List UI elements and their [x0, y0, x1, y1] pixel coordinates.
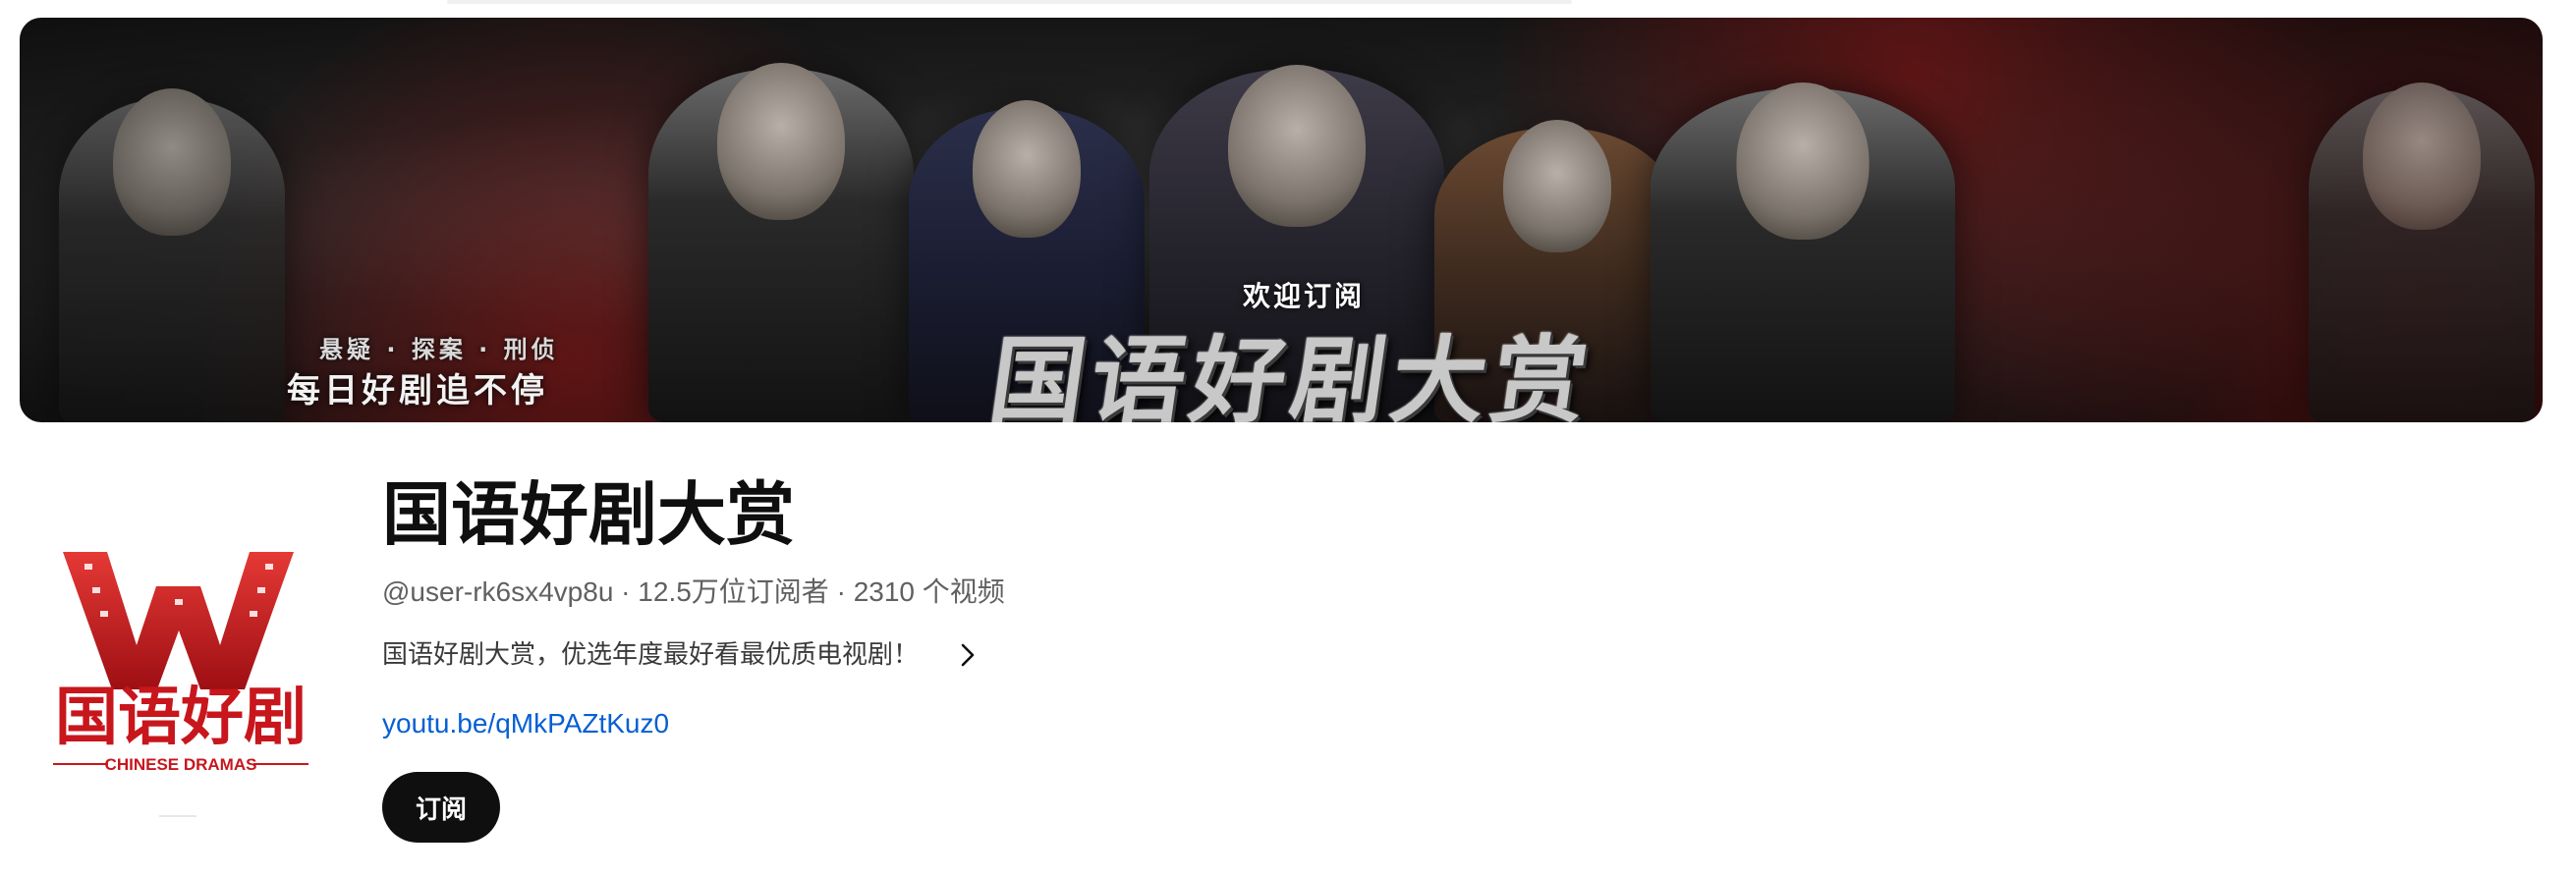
channel-page: 悬疑 · 探案 · 刑侦 每日好剧追不停 欢迎订阅 国语好剧大赏 国语好剧 CH…: [0, 0, 2576, 876]
chevron-right-icon[interactable]: [952, 639, 983, 671]
banner-tagline: 每日好剧追不停: [287, 371, 548, 411]
avatar-divider: [159, 815, 196, 817]
banner-actor-figure: [648, 63, 914, 422]
subscribe-button[interactable]: 订阅: [382, 772, 500, 843]
channel-handle[interactable]: @user-rk6sx4vp8u: [382, 576, 613, 607]
logo-w-mark: [63, 552, 294, 689]
channel-meta: @user-rk6sx4vp8u · 12.5万位订阅者 · 2310 个视频: [382, 575, 1005, 609]
banner-actor-figure: [2309, 82, 2535, 422]
logo-text: 国语好剧: [55, 682, 307, 754]
top-scroll-strip: [447, 0, 1572, 4]
banner-actor-figure: [59, 88, 285, 422]
meta-separator: ·: [828, 576, 854, 607]
channel-name: 国语好剧大赏: [382, 474, 795, 555]
banner-actor-head: [1736, 82, 1870, 240]
banner-actor-head: [1503, 120, 1611, 252]
channel-description[interactable]: 国语好剧大赏，优选年度最好看最优质电视剧！: [382, 638, 983, 672]
banner-actor-head: [717, 63, 845, 220]
channel-avatar[interactable]: 国语好剧 CHINESE DRAMAS: [33, 542, 328, 788]
banner-actor-head: [1228, 65, 1366, 227]
meta-separator: ·: [613, 576, 639, 607]
description-text: 国语好剧大赏，优选年度最好看最优质电视剧！: [382, 640, 920, 670]
subscriber-count: 12.5万位订阅者: [638, 576, 829, 607]
logo-subtext: CHINESE DRAMAS: [105, 755, 257, 774]
channel-banner: 悬疑 · 探案 · 刑侦 每日好剧追不停 欢迎订阅 国语好剧大赏: [20, 18, 2543, 422]
video-count: 2310 个视频: [853, 576, 1005, 607]
banner-actor-head: [113, 88, 231, 236]
banner-actor-head: [2363, 82, 2481, 230]
banner-genre-tagline: 悬疑 · 探案 · 刑侦: [319, 336, 559, 363]
banner-title: 国语好剧大赏: [982, 326, 1600, 422]
banner-actor-figure: [1651, 82, 1955, 422]
channel-link[interactable]: youtu.be/qMkPAZtKuz0: [382, 707, 669, 740]
channel-logo: 国语好剧 CHINESE DRAMAS: [53, 552, 308, 774]
banner-actor-head: [973, 100, 1081, 238]
